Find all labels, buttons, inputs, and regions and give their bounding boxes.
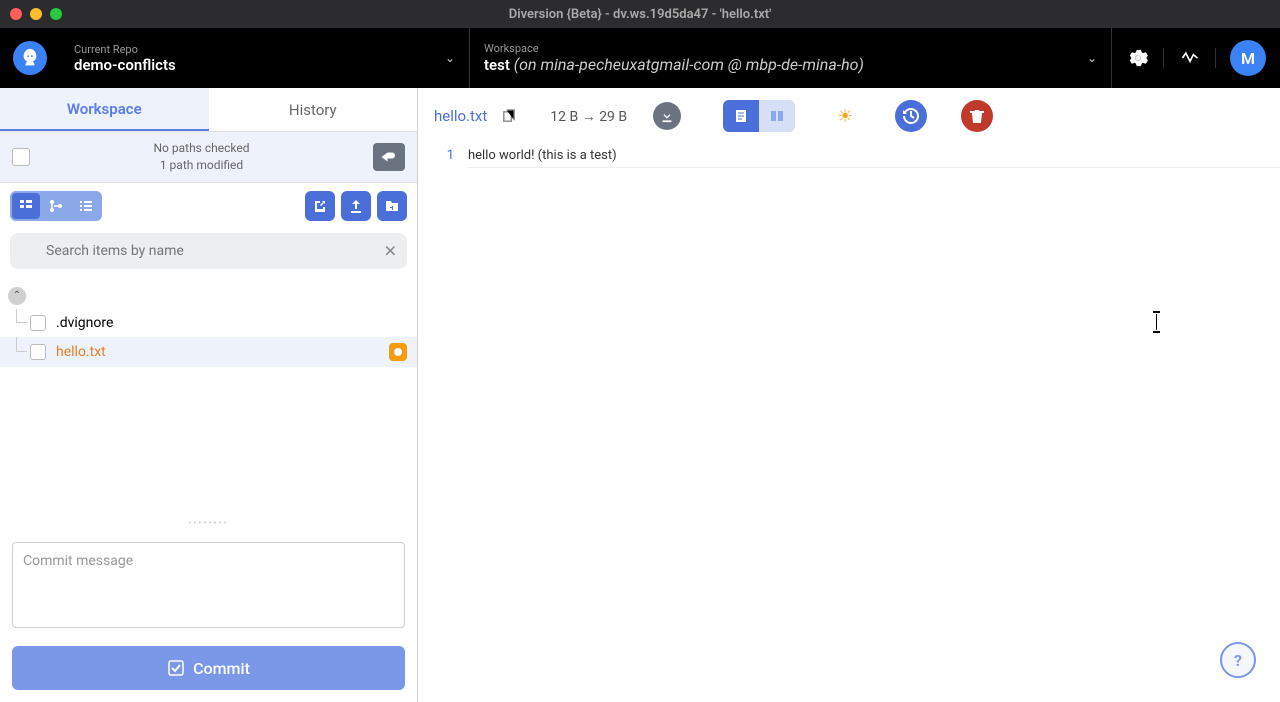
code-editor[interactable]: 1 hello world! (this is a test) [418, 144, 1280, 702]
check-icon [167, 659, 185, 677]
copy-path-button[interactable] [501, 109, 516, 124]
gear-icon [1128, 48, 1148, 68]
open-external-button[interactable] [305, 191, 335, 221]
copy-icon [501, 109, 516, 124]
main-area: Workspace History No paths checked 1 pat… [0, 88, 1280, 702]
window-title: Diversion {Beta} - dv.ws.19d5da47 - 'hel… [509, 7, 772, 22]
folder-plus-icon [384, 198, 400, 214]
external-link-icon [312, 198, 328, 214]
chevron-down-icon: ⌄ [445, 51, 455, 65]
repo-selector[interactable]: Current Repo demo-conflicts ⌄ [60, 28, 470, 88]
topbar: Current Repo demo-conflicts ⌄ Workspace … [0, 28, 1280, 88]
avatar-initial: M [1241, 49, 1255, 68]
list-icon [78, 198, 94, 214]
history-icon [902, 107, 920, 125]
tree-icon [18, 198, 34, 214]
select-all-checkbox[interactable] [12, 148, 30, 166]
status-row: No paths checked 1 path modified [0, 132, 417, 183]
view-toggle [723, 100, 795, 132]
workspace-detail: (on mina-pecheuxatgmail-com @ mbp-de-min… [510, 55, 864, 74]
download-button[interactable] [653, 102, 681, 130]
toolbar-row [0, 183, 417, 229]
file-tree: ⌃ .dvignore hello.txt [0, 279, 417, 518]
commit-button[interactable]: Commit [12, 646, 405, 690]
diversion-logo-icon [19, 47, 41, 69]
file-name: .dvignore [56, 315, 113, 331]
file-history-button[interactable] [895, 100, 927, 132]
workspace-selector[interactable]: Workspace test (on mina-pecheuxatgmail-c… [470, 28, 1112, 88]
window-titlebar: Diversion {Beta} - dv.ws.19d5da47 - 'hel… [0, 0, 1280, 28]
clear-search-button[interactable]: ✕ [384, 241, 397, 260]
commit-message-input[interactable] [12, 542, 405, 628]
tree-item[interactable]: hello.txt [0, 337, 417, 367]
user-avatar[interactable]: M [1230, 40, 1266, 76]
close-window-button[interactable] [10, 8, 22, 20]
modified-badge [389, 343, 407, 361]
maximize-window-button[interactable] [50, 8, 62, 20]
help-button[interactable]: ? [1220, 642, 1256, 678]
trash-icon [970, 108, 984, 124]
current-filename: hello.txt [434, 107, 487, 125]
undo-icon [380, 149, 398, 165]
branch-icon [48, 198, 64, 214]
activity-button[interactable] [1164, 48, 1216, 68]
delete-button[interactable] [961, 100, 993, 132]
sidebar: Workspace History No paths checked 1 pat… [0, 88, 418, 702]
status-text: No paths checked 1 path modified [30, 140, 373, 174]
tree-view-button[interactable] [12, 193, 40, 219]
content-area: hello.txt 12 B → 29 B ☀ [418, 88, 1280, 702]
app-logo[interactable] [0, 28, 60, 88]
activity-icon [1180, 48, 1200, 68]
branch-view-button[interactable] [42, 193, 70, 219]
new-folder-button[interactable] [377, 191, 407, 221]
content-header: hello.txt 12 B → 29 B ☀ [418, 88, 1280, 144]
search-row: ✕ [0, 229, 417, 279]
help-icon: ? [1234, 651, 1242, 670]
sun-icon: ☀ [837, 106, 853, 127]
settings-button[interactable] [1112, 48, 1164, 68]
list-view-button[interactable] [72, 193, 100, 219]
resize-handle[interactable]: •••••••• [0, 518, 417, 530]
line-content: hello world! (this is a test) [468, 148, 1280, 168]
document-icon [733, 108, 749, 124]
commit-area: Commit [0, 530, 417, 702]
line-number: 1 [418, 148, 468, 702]
workspace-name: test [484, 56, 510, 74]
traffic-lights [10, 8, 62, 20]
file-name: hello.txt [56, 344, 106, 360]
upload-icon [348, 198, 364, 214]
file-checkbox[interactable] [30, 344, 46, 360]
chevron-down-icon: ⌄ [1087, 51, 1097, 65]
undo-button[interactable] [373, 143, 405, 171]
split-icon [769, 108, 785, 124]
tree-item[interactable]: .dvignore [0, 309, 417, 337]
tab-history[interactable]: History [209, 88, 418, 131]
sidebar-tabs: Workspace History [0, 88, 417, 132]
search-input[interactable] [10, 233, 407, 269]
repo-label: Current Repo [74, 43, 176, 56]
minimize-window-button[interactable] [30, 8, 42, 20]
text-cursor-icon [1156, 314, 1157, 330]
view-mode-group [10, 191, 102, 221]
collapse-toggle[interactable]: ⌃ [8, 287, 26, 305]
repo-name: demo-conflicts [74, 56, 176, 74]
download-icon [660, 109, 674, 123]
workspace-label: Workspace [484, 42, 864, 55]
file-size-info: 12 B → 29 B [550, 108, 627, 125]
tab-workspace[interactable]: Workspace [0, 88, 209, 131]
diff-view-button[interactable] [759, 100, 795, 132]
source-view-button[interactable] [723, 100, 759, 132]
file-checkbox[interactable] [30, 315, 46, 331]
theme-toggle-button[interactable]: ☀ [829, 100, 861, 132]
upload-button[interactable] [341, 191, 371, 221]
